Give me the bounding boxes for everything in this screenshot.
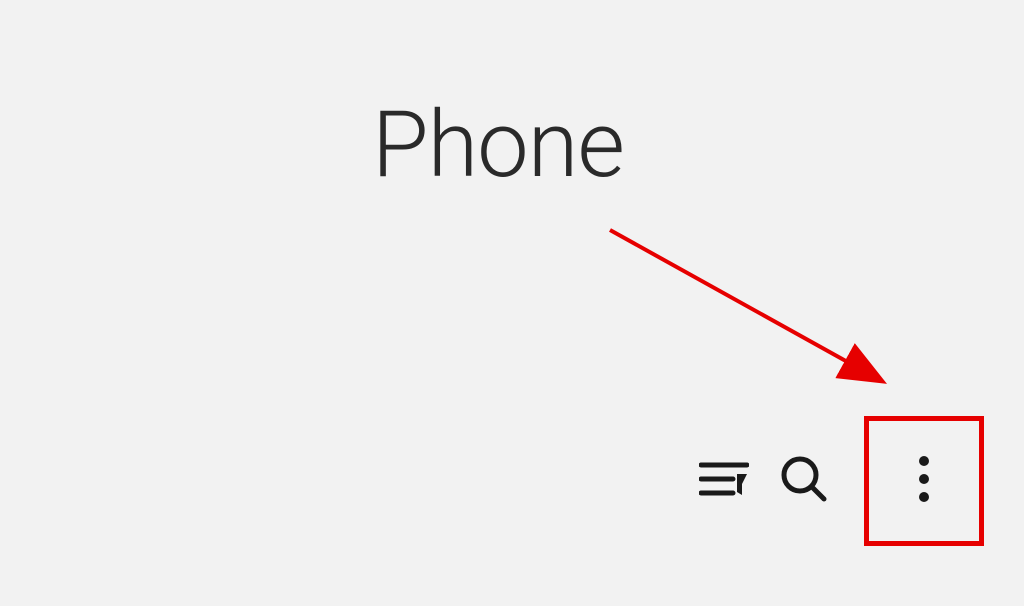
search-button[interactable]	[774, 451, 834, 511]
annotation-arrow	[600, 220, 920, 424]
filter-button[interactable]	[694, 451, 754, 511]
filter-icon	[699, 459, 749, 503]
search-icon	[780, 455, 828, 507]
toolbar	[694, 416, 984, 546]
more-options-button[interactable]	[894, 451, 954, 511]
annotation-highlight-box	[864, 416, 984, 546]
more-vertical-icon	[918, 455, 930, 507]
page-title: Phone	[372, 92, 624, 199]
